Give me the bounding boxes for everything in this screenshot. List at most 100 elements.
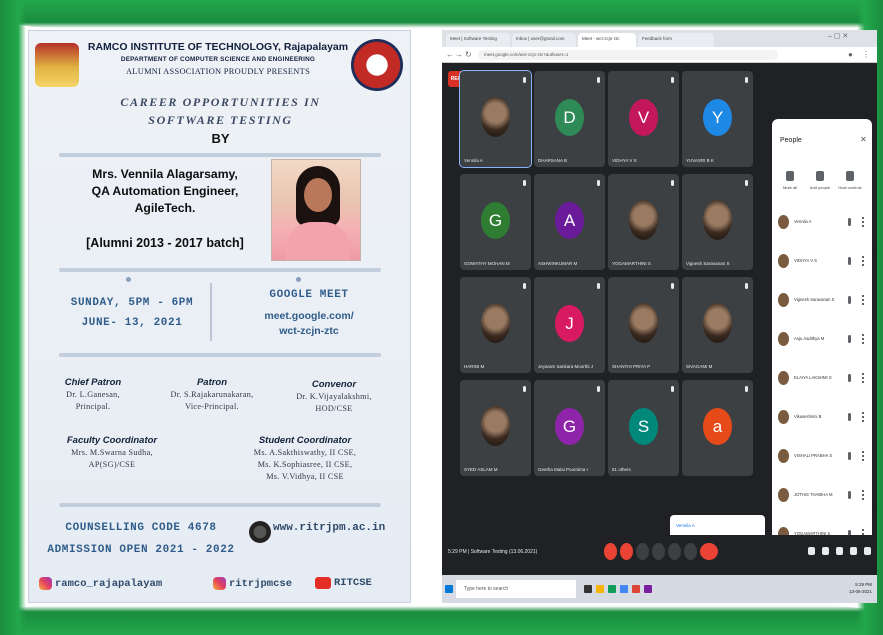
people-list-item[interactable]: Vignesh Saravanan S [778, 293, 868, 307]
window-controls-icon[interactable]: – ▢ ✕ [828, 32, 848, 40]
info-icon[interactable] [808, 547, 815, 555]
participant-tile[interactable]: S 61 others [608, 380, 679, 476]
leave-call-button[interactable] [700, 543, 718, 560]
participant-name: Vignesh Saravanan S [686, 261, 730, 266]
more-vert-icon[interactable] [862, 256, 864, 266]
browser-tab[interactable]: Meet | Software Testing [446, 33, 510, 47]
reload-icon[interactable]: ↻ [465, 50, 472, 59]
instagram-icon [213, 577, 226, 590]
people-icon[interactable] [822, 547, 829, 555]
clock-time: 5:29 PM [855, 582, 872, 587]
participant-tile[interactable]: a [682, 380, 753, 476]
speaker-photo [271, 159, 361, 261]
participant-tile[interactable]: SYED ASLAM M [460, 380, 531, 476]
more-vert-icon[interactable] [862, 373, 864, 383]
app-icon[interactable] [620, 585, 628, 593]
participant-tile[interactable]: J Jeyaram Sankara Moorthi J [534, 277, 605, 373]
participant-tile[interactable]: YOGAMARTHINI S [608, 174, 679, 270]
task-view-icon[interactable] [584, 585, 592, 593]
more-vert-icon[interactable] [862, 412, 864, 422]
youtube-link[interactable]: RITCSE [315, 577, 372, 589]
url-field[interactable]: meet.google.com/wct-zcjn-ztc?authuser=1 [478, 50, 778, 60]
raise-hand-button[interactable] [652, 543, 665, 560]
close-icon[interactable]: ✕ [860, 135, 867, 144]
more-vert-icon[interactable] [862, 217, 864, 227]
mic-icon[interactable] [848, 491, 851, 499]
add-people-button[interactable]: Add people [808, 171, 832, 190]
participant-tile[interactable]: SHANTHI PRIYA P [608, 277, 679, 373]
camera-toggle-button[interactable] [620, 543, 633, 560]
people-list-item[interactable]: ELAIYA LAKSHMI S [778, 371, 868, 385]
participant-tile[interactable]: HARINI M [460, 277, 531, 373]
mic-icon[interactable] [848, 218, 851, 226]
role-title: Convenor [311, 379, 357, 390]
people-list-item[interactable]: VIDHYA V S [778, 254, 868, 268]
captions-button[interactable] [636, 543, 649, 560]
windows-start-icon[interactable] [445, 585, 453, 593]
instagram-link-2[interactable]: ritrjpmcse [213, 577, 292, 590]
role-name: Dr. K.Vijayalakshmi, [296, 392, 372, 401]
participant-name: ASHWINKUMAR M [538, 261, 578, 266]
role-title: Chief Patron [64, 377, 122, 388]
chrome-icon[interactable] [632, 585, 640, 593]
participant-name: JOTHIS THABIHA M [794, 492, 833, 497]
mic-icon[interactable] [848, 452, 851, 460]
mic-toggle-button[interactable] [604, 543, 617, 560]
more-vert-icon[interactable] [862, 334, 864, 344]
menu-icon[interactable]: ⋮ [862, 50, 870, 59]
participant-tile[interactable]: G GOWATHY MOHAN M [460, 174, 531, 270]
taskbar-search[interactable]: Type here to search [456, 580, 576, 598]
browser-tab-active[interactable]: Meet - wct-zcjn-ztc [578, 33, 636, 47]
more-vert-icon[interactable] [862, 295, 864, 305]
people-list-item[interactable]: Vennila A [778, 215, 868, 229]
avatar [778, 254, 789, 268]
participant-tile[interactable]: A ASHWINKUMAR M [534, 174, 605, 270]
app-icon[interactable] [608, 585, 616, 593]
speaker-name: Mrs. Vennila Alagarsamy, [92, 167, 238, 181]
more-vert-icon[interactable] [862, 490, 864, 500]
patron-block: Patron Dr. S.Rajakarunakaran, Vice-Princ… [147, 377, 277, 412]
more-vert-icon[interactable] [862, 451, 864, 461]
mic-icon[interactable] [848, 374, 851, 382]
instagram-link-1[interactable]: ramco_rajapalayam [39, 577, 162, 590]
forward-icon[interactable]: → [455, 50, 463, 59]
bullet-dot [296, 277, 301, 282]
event-date: JUNE- 13, 2021 [81, 317, 183, 329]
chat-icon[interactable] [836, 547, 843, 555]
browser-tab[interactable]: Inbox | user@gmail.com [512, 33, 576, 47]
more-options-button[interactable] [684, 543, 697, 560]
meet-link-line2: wct-zcjn-ztc [279, 325, 339, 337]
add-person-icon [816, 171, 824, 181]
participant-tile[interactable]: V VIDHYA V S [608, 71, 679, 167]
app-icon[interactable] [644, 585, 652, 593]
mic-icon[interactable] [848, 257, 851, 265]
participant-name: GOWATHY MOHAN M [464, 261, 510, 266]
activities-icon[interactable] [850, 547, 857, 555]
mic-icon[interactable] [848, 413, 851, 421]
file-explorer-icon[interactable] [596, 585, 604, 593]
website-link[interactable]: www.ritrjpm.ac.in [273, 522, 410, 534]
participant-tile[interactable]: Vignesh Saravanan S [682, 174, 753, 270]
profile-avatar-icon[interactable]: ● [848, 50, 853, 59]
mute-all-button[interactable]: Mute all [778, 171, 802, 190]
participant-tile[interactable]: G Geetha Malai Poornima I [534, 380, 605, 476]
vertical-divider [210, 283, 212, 341]
people-list-item[interactable]: Vikaseshnini B [778, 410, 868, 424]
back-icon[interactable]: ← [446, 50, 454, 59]
present-button[interactable] [668, 543, 681, 560]
mic-icon[interactable] [848, 296, 851, 304]
browser-tab[interactable]: Feedback form [638, 33, 714, 47]
host-controls-button[interactable]: Host controls [838, 171, 862, 190]
participant-tile[interactable]: Y YUVASRI B K [682, 71, 753, 167]
people-panel-title: People [780, 137, 802, 144]
participant-tile[interactable]: D DHARSANA B [534, 71, 605, 167]
mic-icon[interactable] [848, 335, 851, 343]
address-bar: ← → ↻ meet.google.com/wct-zcjn-ztc?authu… [442, 47, 877, 63]
people-list-item[interactable]: JOTHIS THABIHA M [778, 488, 868, 502]
lock-icon[interactable] [864, 547, 871, 555]
people-list-item[interactable]: VISHALI PRABHA S [778, 449, 868, 463]
participant-tile[interactable]: Vennila A [459, 70, 532, 168]
people-list-item[interactable]: Anju Aadithya M [778, 332, 868, 346]
avatar [778, 488, 789, 502]
participant-tile[interactable]: SIVAGAMI M [682, 277, 753, 373]
